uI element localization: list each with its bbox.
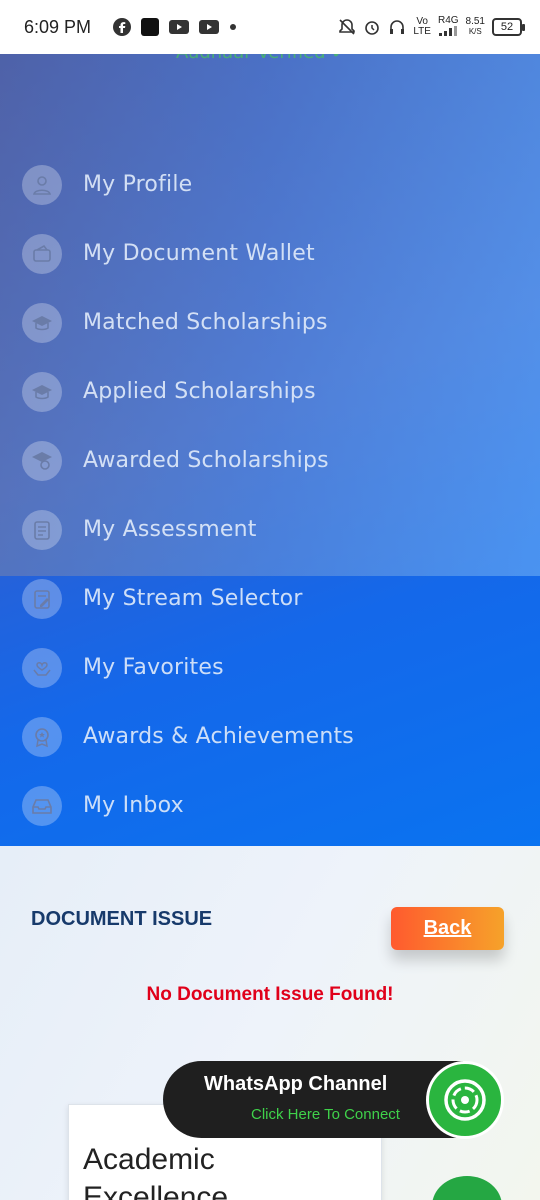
menu-item-applied-scholarships[interactable]: Applied Scholarships — [0, 357, 540, 426]
facebook-icon — [113, 18, 132, 36]
menu-item-my-assessment[interactable]: My Assessment — [0, 495, 540, 564]
page-title: DOCUMENT ISSUE — [31, 908, 213, 930]
menu-item-label: My Document Wallet — [83, 241, 315, 266]
status-bar: 6:09 PM Vo LTE R4G 8.51 K/S 52 — [0, 0, 540, 54]
alarm-icon — [363, 18, 381, 36]
menu-list: My Profile My Document Wallet Matched Sc… — [0, 150, 540, 840]
app-square-icon — [141, 18, 160, 36]
headphones-icon — [388, 18, 406, 36]
notification-dot-icon — [229, 23, 237, 31]
menu-item-label: My Assessment — [83, 517, 257, 542]
youtube-icon — [199, 20, 220, 34]
menu-item-label: My Profile — [83, 172, 193, 197]
menu-item-label: Matched Scholarships — [83, 310, 328, 335]
status-time: 6:09 PM — [24, 16, 92, 37]
menu-item-my-favorites[interactable]: My Favorites — [0, 633, 540, 702]
menu-item-stream-selector[interactable]: My Stream Selector — [0, 564, 540, 633]
menu-item-matched-scholarships[interactable]: Matched Scholarships — [0, 288, 540, 357]
aadhaar-verified-label: Aadhaar Verified ✔ — [176, 54, 346, 63]
volte-indicator: Vo LTE — [413, 16, 431, 37]
youtube-icon — [169, 20, 190, 34]
document-issue-section: DOCUMENT ISSUE Back No Document Issue Fo… — [0, 846, 540, 1200]
back-button[interactable]: Back — [391, 907, 504, 950]
whatsapp-channel-title[interactable]: WhatsApp Channel — [204, 1073, 387, 1096]
menu-item-label: My Inbox — [83, 793, 184, 818]
menu-item-label: Awards & Achievements — [83, 724, 354, 749]
clipboard-edit-icon — [22, 578, 62, 619]
inbox-icon — [22, 785, 62, 826]
signal-indicator: R4G — [438, 15, 459, 39]
hands-heart-icon — [22, 647, 62, 688]
menu-item-document-wallet[interactable]: My Document Wallet — [0, 219, 540, 288]
whatsapp-icon[interactable] — [426, 1061, 504, 1139]
empty-state-message: No Document Issue Found! — [146, 984, 394, 1005]
award-cap-icon — [22, 440, 62, 481]
battery-indicator: 52 — [492, 18, 525, 36]
bell-off-icon — [338, 18, 356, 36]
wallet-icon — [22, 233, 62, 274]
check-icon: ✔ — [331, 54, 346, 63]
menu-item-label: My Stream Selector — [83, 586, 303, 611]
menu-item-awarded-scholarships[interactable]: Awarded Scholarships — [0, 426, 540, 495]
clipboard-icon — [22, 509, 62, 550]
menu-item-label: Applied Scholarships — [83, 379, 316, 404]
user-icon — [22, 164, 62, 205]
scholarship-card-title: Academic Excellence Scholarship — [83, 1143, 229, 1200]
menu-item-label: Awarded Scholarships — [83, 448, 329, 473]
decorative-shape — [432, 1176, 502, 1200]
graduation-cap-icon — [22, 302, 62, 343]
net-speed: 8.51 K/S — [465, 16, 485, 37]
menu-item-my-profile[interactable]: My Profile — [0, 150, 540, 219]
menu-item-label: My Favorites — [83, 655, 224, 680]
side-menu: Aadhaar Verified ✔ My Profile My Documen… — [0, 54, 540, 846]
whatsapp-channel-subtitle[interactable]: Click Here To Connect — [251, 1106, 400, 1123]
graduation-cap-icon — [22, 371, 62, 412]
medal-icon — [22, 716, 62, 757]
menu-item-my-inbox[interactable]: My Inbox — [0, 771, 540, 840]
menu-item-awards-achievements[interactable]: Awards & Achievements — [0, 702, 540, 771]
